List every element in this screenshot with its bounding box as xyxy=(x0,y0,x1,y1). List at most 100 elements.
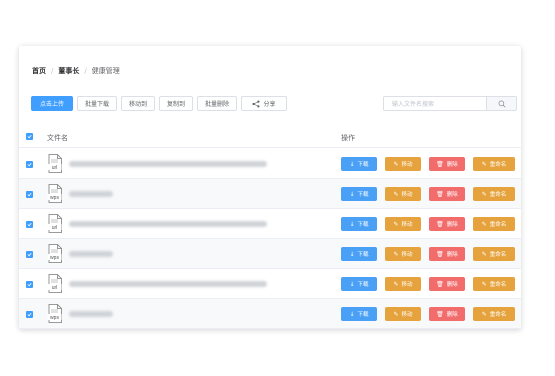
row-checkbox[interactable] xyxy=(26,161,33,168)
download-button[interactable]: ↓ 下载 xyxy=(341,307,377,321)
breadcrumb-separator: / xyxy=(51,67,54,75)
row-checkbox[interactable] xyxy=(26,251,33,258)
row-checkbox[interactable] xyxy=(26,221,33,228)
file-name[interactable] xyxy=(69,281,267,287)
search-input[interactable]: 输入文件名搜索 xyxy=(384,97,486,110)
download-button[interactable]: ↓ 下载 xyxy=(341,247,377,261)
rename-label: 重命名 xyxy=(489,312,507,318)
rename-label: 重命名 xyxy=(489,162,507,168)
rename-button[interactable]: ✎ 重命名 xyxy=(473,157,515,171)
file-name[interactable] xyxy=(69,311,113,317)
download-icon: ↓ xyxy=(349,280,355,288)
row-checkbox[interactable] xyxy=(26,191,33,198)
table-row: wps ↓ 下载 ✎ 移动 🗑 删除 ✎ 重命名 xyxy=(19,239,521,269)
edit-icon: ✎ xyxy=(393,160,399,168)
edit-icon: ✎ xyxy=(481,220,487,228)
search-button[interactable] xyxy=(486,97,516,110)
share-label: 分享 xyxy=(263,101,276,108)
file-name[interactable] xyxy=(69,221,267,227)
rename-button[interactable]: ✎ 重命名 xyxy=(473,277,515,291)
download-label: 下载 xyxy=(357,252,369,258)
table-row: wps ↓ 下载 ✎ 移动 🗑 删除 ✎ 重命名 xyxy=(19,299,521,329)
download-button[interactable]: ↓ 下载 xyxy=(341,217,377,231)
download-icon: ↓ xyxy=(349,160,355,168)
toolbar: 点击上传 批量下载 移动到 复制到 批量删除 分享 xyxy=(31,96,291,111)
rename-label: 重命名 xyxy=(489,282,507,288)
download-label: 下载 xyxy=(357,312,369,318)
move-button[interactable]: ✎ 移动 xyxy=(385,277,421,291)
delete-label: 删除 xyxy=(446,222,458,228)
rename-button[interactable]: ✎ 重命名 xyxy=(473,187,515,201)
download-button[interactable]: ↓ 下载 xyxy=(341,277,377,291)
delete-label: 删除 xyxy=(446,312,458,318)
check-icon xyxy=(27,252,32,257)
delete-label: 删除 xyxy=(446,282,458,288)
edit-icon: ✎ xyxy=(393,250,399,258)
copy-to-button[interactable]: 复制到 xyxy=(159,96,193,111)
breadcrumb-level2[interactable]: 董事长 xyxy=(58,66,79,76)
file-wps-icon: wps xyxy=(47,244,62,263)
file-name[interactable] xyxy=(69,191,113,197)
rename-button[interactable]: ✎ 重命名 xyxy=(473,307,515,321)
file-manager-panel: 首页 / 董事长 / 健康管理 点击上传 批量下载 移动到 复制到 批量删除 分… xyxy=(19,46,521,329)
row-operations: ↓ 下载 ✎ 移动 🗑 删除 ✎ 重命名 xyxy=(341,157,523,171)
edit-icon: ✎ xyxy=(393,190,399,198)
move-button[interactable]: ✎ 移动 xyxy=(385,157,421,171)
upload-button[interactable]: 点击上传 xyxy=(31,96,73,111)
delete-label: 删除 xyxy=(446,162,458,168)
edit-icon: ✎ xyxy=(393,220,399,228)
delete-button[interactable]: 🗑 删除 xyxy=(429,187,465,201)
move-button[interactable]: ✎ 移动 xyxy=(385,247,421,261)
move-to-button[interactable]: 移动到 xyxy=(121,96,155,111)
delete-button[interactable]: 🗑 删除 xyxy=(429,247,465,261)
column-operations: 操作 xyxy=(341,134,355,142)
trash-icon: 🗑 xyxy=(436,310,444,318)
edit-icon: ✎ xyxy=(393,280,399,288)
column-filename: 文件名 xyxy=(47,134,68,142)
batch-delete-button[interactable]: 批量删除 xyxy=(197,96,237,111)
breadcrumb-home[interactable]: 首页 xyxy=(32,66,46,76)
move-button[interactable]: ✎ 移动 xyxy=(385,187,421,201)
row-checkbox[interactable] xyxy=(26,311,33,318)
breadcrumb-current: 健康管理 xyxy=(91,67,120,75)
select-all-checkbox[interactable] xyxy=(26,133,33,140)
rename-button[interactable]: ✎ 重命名 xyxy=(473,247,515,261)
file-wps-icon: wps xyxy=(47,304,62,323)
delete-button[interactable]: 🗑 删除 xyxy=(429,157,465,171)
svg-text:wps: wps xyxy=(50,315,59,321)
download-button[interactable]: ↓ 下载 xyxy=(341,187,377,201)
delete-label: 删除 xyxy=(446,252,458,258)
file-wps-icon: wps xyxy=(47,184,62,203)
edit-icon: ✎ xyxy=(481,160,487,168)
move-label: 移动 xyxy=(401,222,413,228)
row-checkbox[interactable] xyxy=(26,281,33,288)
share-icon xyxy=(252,99,261,108)
download-button[interactable]: ↓ 下载 xyxy=(341,157,377,171)
table-row: url ↓ 下载 ✎ 移动 🗑 删除 ✎ 重命名 xyxy=(19,149,521,179)
move-button[interactable]: ✎ 移动 xyxy=(385,217,421,231)
trash-icon: 🗑 xyxy=(436,220,444,228)
move-label: 移动 xyxy=(401,282,413,288)
download-icon: ↓ xyxy=(349,310,355,318)
move-label: 移动 xyxy=(401,162,413,168)
rename-label: 重命名 xyxy=(489,192,507,198)
delete-button[interactable]: 🗑 删除 xyxy=(429,307,465,321)
check-icon xyxy=(27,222,32,227)
file-name[interactable] xyxy=(69,161,267,167)
breadcrumb-separator: / xyxy=(84,67,87,75)
search-box: 输入文件名搜索 xyxy=(383,96,517,111)
move-button[interactable]: ✎ 移动 xyxy=(385,307,421,321)
delete-button[interactable]: 🗑 删除 xyxy=(429,277,465,291)
batch-download-button[interactable]: 批量下载 xyxy=(77,96,117,111)
download-label: 下载 xyxy=(357,162,369,168)
row-operations: ↓ 下载 ✎ 移动 🗑 删除 ✎ 重命名 xyxy=(341,247,523,261)
share-button[interactable]: 分享 xyxy=(241,96,287,111)
svg-text:wps: wps xyxy=(50,195,59,201)
file-name[interactable] xyxy=(69,251,113,257)
trash-icon: 🗑 xyxy=(436,160,444,168)
rename-button[interactable]: ✎ 重命名 xyxy=(473,217,515,231)
check-icon xyxy=(27,192,32,197)
table-row: url ↓ 下载 ✎ 移动 🗑 删除 ✎ 重命名 xyxy=(19,269,521,299)
check-icon xyxy=(27,312,32,317)
delete-button[interactable]: 🗑 删除 xyxy=(429,217,465,231)
